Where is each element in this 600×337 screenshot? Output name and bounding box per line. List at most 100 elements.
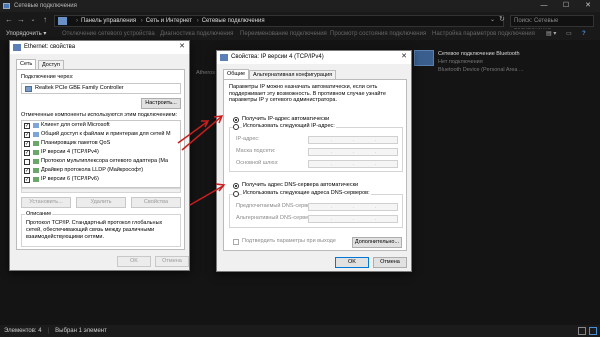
protocol-icon (33, 159, 39, 164)
remove-button[interactable]: Удалить (76, 197, 126, 208)
ip-manual-radio[interactable] (233, 124, 239, 130)
change-settings-button[interactable]: Настройка параметров подключения (432, 29, 535, 40)
alternate-dns-label: Альтернативный DNS-сервер: (236, 215, 313, 221)
tab-network[interactable]: Сеть (16, 59, 37, 69)
validate-checkbox[interactable] (233, 239, 239, 245)
bluetooth-connection-title[interactable]: Сетевое подключение Bluetooth (438, 51, 520, 58)
help-icon[interactable]: ? (582, 29, 586, 40)
close-icon[interactable]: ✕ (399, 52, 409, 62)
ip-auto-label[interactable]: Получить IP-адрес автоматически (242, 116, 329, 123)
network-tab-panel: Подключение через: Realtek PCIe GBE Fami… (16, 69, 185, 250)
component-checkbox[interactable]: ✓ (24, 123, 30, 129)
breadcrumb-network-connections[interactable]: Сетевые подключения (202, 18, 265, 24)
adapter-field: Realtek PCIe GBE Family Controller (21, 83, 181, 94)
gateway-field[interactable]: ... (308, 160, 398, 168)
components-list: ✓ Клиент для сетей Microsoft ✓ Общий дос… (21, 120, 181, 188)
minimize-icon[interactable]: — (534, 0, 554, 12)
maximize-icon[interactable]: ☐ (556, 0, 576, 12)
subnet-mask-field[interactable]: ... (308, 148, 398, 156)
ip-manual-label[interactable]: Использовать следующий IP-адрес: (242, 123, 336, 130)
rename-button[interactable]: Переименование подключения (240, 29, 327, 40)
breadcrumb-control-panel[interactable]: Панель управления (81, 18, 136, 24)
ipv4-dialog-title: Свойства: IP версии 4 (TCP/IPv4) (231, 54, 324, 60)
component-label: IP версии 4 (TCP/IPv4) (41, 149, 99, 155)
configure-button[interactable]: Настроить... (141, 98, 181, 109)
ok-button[interactable]: OK (335, 257, 369, 268)
recent-chevron-icon[interactable]: ⌄ (28, 15, 38, 25)
preview-pane-icon[interactable]: ▭ (566, 29, 572, 40)
control-panel-icon (58, 17, 67, 25)
component-label: Протокол мультиплексора сетевого адаптер… (41, 158, 169, 164)
tab-general[interactable]: Общие (223, 69, 250, 79)
view-options-icon[interactable]: ▤ ▾ (546, 29, 556, 40)
ip-address-field[interactable]: ... (308, 136, 398, 144)
diagnose-button[interactable]: Диагностика подключения (160, 29, 233, 40)
qos-icon (33, 141, 39, 146)
advanced-button[interactable]: Дополнительно... (352, 237, 402, 248)
component-checkbox[interactable] (24, 159, 30, 165)
network-adapter-icon (13, 44, 21, 51)
ipv4-properties-dialog: Свойства: IP версии 4 (TCP/IPv4) ✕ Общие… (216, 50, 412, 272)
tab-sharing[interactable]: Доступ (38, 60, 64, 69)
general-tab-panel: Параметры IP можно назначать автоматичес… (223, 79, 407, 251)
dns-auto-radio[interactable] (233, 183, 239, 189)
dns-manual-radio[interactable] (233, 191, 239, 197)
validate-label[interactable]: Подтвердить параметры при выходе (242, 238, 336, 245)
ethernet-dialog-titlebar: Ethernet: свойства ✕ (10, 41, 189, 54)
properties-button[interactable]: Свойства (131, 197, 181, 208)
explorer-title: Сетевые подключения (14, 3, 77, 9)
horizontal-scrollbar[interactable] (21, 188, 181, 193)
refresh-icon[interactable]: ↻ (499, 15, 505, 23)
component-label: Клиент для сетей Microsoft (41, 122, 110, 128)
component-label: IP версии 6 (TCP/IPv6) (41, 176, 99, 182)
preferred-dns-field[interactable]: ... (308, 203, 398, 211)
status-bar: Элементов: 4 | Выбран 1 элемент (0, 325, 600, 337)
address-bar[interactable]: › Панель управления › Сеть и Интернет › Сет… (54, 15, 504, 27)
forward-icon[interactable]: → (16, 15, 26, 25)
ipv4-tabs: Общие Альтернативная конфигурация (223, 69, 408, 79)
component-checkbox[interactable]: ✓ (24, 177, 30, 183)
manual-ip-group: Использовать следующий IP-адрес: IP-адре… (229, 123, 403, 172)
components-label: Отмеченные компоненты используются этим … (21, 112, 178, 118)
details-view-icon[interactable] (578, 327, 586, 335)
component-checkbox[interactable]: ✓ (24, 141, 30, 147)
back-icon[interactable]: ← (4, 15, 14, 25)
up-icon[interactable]: ↑ (40, 15, 50, 25)
bluetooth-connection-status: Нет подключения (438, 59, 483, 65)
large-icons-view-icon[interactable] (589, 327, 597, 335)
ok-button[interactable]: OK (117, 256, 151, 267)
component-checkbox[interactable]: ✓ (24, 132, 30, 138)
install-button[interactable]: Установить... (21, 197, 71, 208)
tab-alternate-config[interactable]: Альтернативная конфигурация (249, 70, 337, 79)
disable-device-button[interactable]: Отключение сетевого устройства (62, 29, 155, 40)
ethernet-properties-dialog: Ethernet: свойства ✕ Сеть Доступ Подключ… (9, 40, 190, 271)
intro-text: Параметры IP можно назначать автоматичес… (229, 84, 386, 103)
cancel-button[interactable]: Отмена (155, 256, 189, 267)
sharing-icon (33, 132, 39, 137)
bluetooth-device-name: Bluetooth Device (Personal Area ... (438, 67, 524, 73)
component-checkbox[interactable]: ✓ (24, 150, 30, 156)
search-input[interactable]: Поиск: Сетевые подключения (510, 15, 594, 34)
ip-auto-radio[interactable] (233, 117, 239, 123)
view-status-button[interactable]: Просмотр состояния подключения (330, 29, 426, 40)
protocol-icon (33, 177, 39, 182)
description-title: Описание (25, 211, 53, 218)
cancel-button[interactable]: Отмена (373, 257, 407, 268)
close-icon[interactable]: ✕ (578, 0, 598, 12)
bluetooth-connection-icon[interactable] (414, 50, 434, 66)
description-text: Протокол TCP/IP. Стандартный протокол гл… (26, 220, 163, 240)
description-group: Описание Протокол TCP/IP. Стандартный пр… (21, 211, 181, 247)
protocol-icon (33, 168, 39, 173)
dns-auto-label[interactable]: Получить адрес DNS-сервера автоматически (242, 182, 358, 189)
dns-manual-label[interactable]: Использовать следующие адреса DNS-сервер… (242, 190, 371, 197)
manual-dns-group: Использовать следующие адреса DNS-сервер… (229, 190, 403, 228)
preferred-dns-label: Предпочитаемый DNS-сервер: (236, 203, 315, 209)
component-checkbox[interactable]: ✓ (24, 168, 30, 174)
ethernet-dialog-title: Ethernet: свойства (24, 44, 76, 50)
breadcrumb-network-internet[interactable]: Сеть и Интернет (146, 18, 192, 24)
address-dropdown-icon[interactable]: ⌄ (490, 16, 495, 23)
alternate-dns-field[interactable]: ... (308, 215, 398, 223)
organize-button[interactable]: Упорядочить ▾ (6, 29, 46, 40)
adapter-name: Realtek PCIe GBE Family Controller (35, 85, 124, 91)
close-icon[interactable]: ✕ (177, 42, 187, 52)
